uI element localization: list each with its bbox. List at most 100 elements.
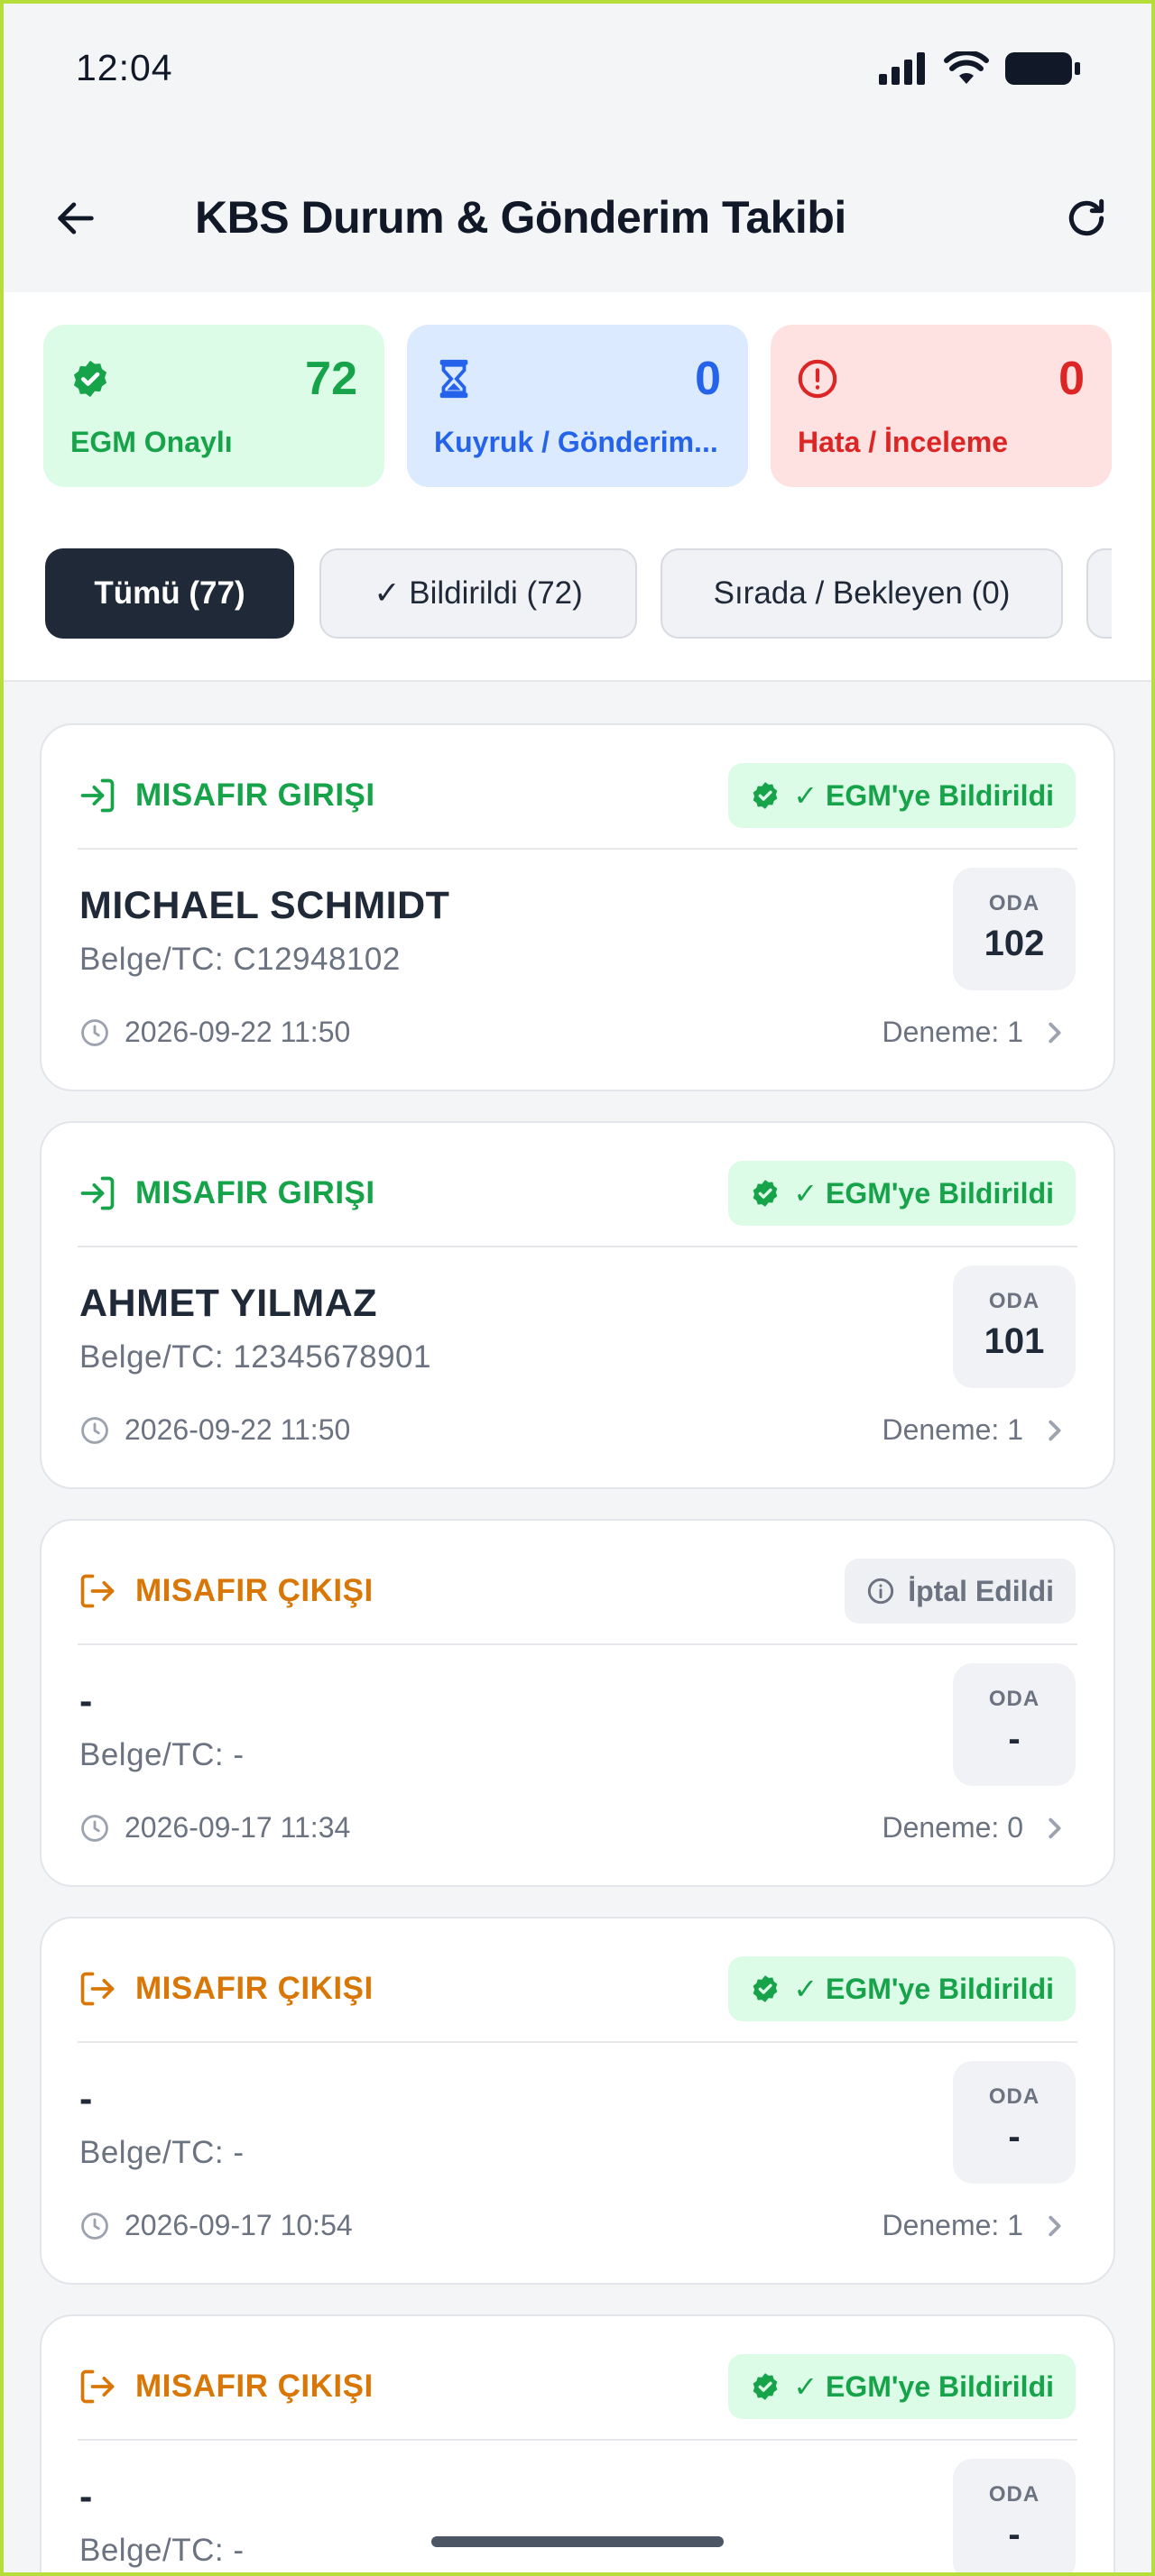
info-icon <box>868 1578 894 1605</box>
guest-name: MICHAEL SCHMIDT <box>79 884 450 927</box>
refresh-button[interactable] <box>1058 189 1115 247</box>
chevron-right-icon <box>1049 2215 1061 2236</box>
verified-badge-icon <box>753 1180 778 1207</box>
record-type-label: MISAFIR ÇIKIŞI <box>135 1573 374 1608</box>
divider <box>78 1246 1077 1247</box>
back-button[interactable] <box>47 189 105 247</box>
status-time: 12:04 <box>76 47 173 88</box>
room-box: ODA 102 <box>953 868 1076 990</box>
divider <box>78 1643 1077 1645</box>
logout-icon <box>80 2369 115 2404</box>
attempt-count: Deneme: 1 <box>882 2209 1023 2241</box>
record-type-label: MISAFIR ÇIKIŞI <box>135 1971 374 2006</box>
guest-name: - <box>79 2077 93 2121</box>
status-badge: ✓ EGM'ye Bildirildi <box>728 763 1076 828</box>
record-type: MISAFIR ÇIKIŞI <box>78 1571 374 1611</box>
stat-label: EGM Onaylı <box>70 426 233 458</box>
clock-icon <box>81 1416 108 1444</box>
status-badge: İptal Edildi <box>845 1559 1076 1624</box>
record-card[interactable]: MISAFIR GIRIŞI ✓ EGM'ye Bildirildi MICHA… <box>40 723 1115 1091</box>
divider <box>78 848 1077 850</box>
stat-value: 0 <box>695 353 721 405</box>
record-time: 2026-09-17 11:34 <box>79 1811 350 1845</box>
clock-icon <box>81 1814 108 1842</box>
record-type-label: MISAFIR GIRIŞI <box>135 777 375 813</box>
status-label: ✓ EGM'ye Bildirildi <box>793 1973 1054 2005</box>
app-header: KBS Durum & Gönderim Takibi <box>0 144 1155 292</box>
guest-name: - <box>79 2475 93 2518</box>
room-number: - <box>1008 2117 1021 2157</box>
wifi-icon <box>944 51 989 84</box>
status-label: ✓ EGM'ye Bildirildi <box>793 2370 1054 2403</box>
stat-card-queue[interactable]: 0 Kuyruk / Gönderim... <box>407 325 748 487</box>
room-number: 101 <box>984 1321 1045 1361</box>
record-card[interactable]: MISAFIR GIRIŞI ✓ EGM'ye Bildirildi AHMET… <box>40 1121 1115 1489</box>
status-bar: 12:04 <box>0 0 1155 144</box>
stat-value: 0 <box>1058 353 1085 405</box>
document-id: Belge/TC: - <box>79 2135 245 2170</box>
room-number: 102 <box>984 924 1045 963</box>
status-badge: ✓ EGM'ye Bildirildi <box>728 2354 1076 2419</box>
alert-circle-icon <box>796 357 839 400</box>
filter-chips: Tümü (77) ✓ Bildirildi (72) Sırada / Bek… <box>43 548 1112 642</box>
attempt-info: Deneme: 1 <box>882 2209 1065 2242</box>
filter-chip-all[interactable]: Tümü (77) <box>45 548 294 639</box>
filter-chip-more[interactable] <box>1086 548 1112 639</box>
document-id: Belge/TC: - <box>79 2533 245 2568</box>
arrow-left-icon <box>58 202 94 235</box>
record-time: 2026-09-22 11:50 <box>79 1413 350 1447</box>
chevron-right-icon <box>1049 1420 1061 1440</box>
guest-name: AHMET YILMAZ <box>79 1282 378 1325</box>
status-label: ✓ EGM'ye Bildirildi <box>793 779 1054 812</box>
stat-label: Hata / İnceleme <box>798 426 1008 458</box>
document-id: Belge/TC: 12345678901 <box>79 1339 431 1375</box>
clock-icon <box>81 2212 108 2240</box>
battery-icon <box>1005 52 1080 85</box>
status-badge: ✓ EGM'ye Bildirildi <box>728 1956 1076 2021</box>
signal-icon <box>879 52 925 85</box>
divider <box>78 2041 1077 2043</box>
record-card[interactable]: MISAFIR ÇIKIŞI İptal Edildi - Belge/TC: … <box>40 1519 1115 1887</box>
record-type: MISAFIR GIRIŞI <box>78 776 375 815</box>
chevron-right-icon <box>1049 1022 1061 1043</box>
document-id: Belge/TC: C12948102 <box>79 942 401 977</box>
refresh-icon <box>1068 198 1104 236</box>
timestamp: 2026-09-22 11:50 <box>125 1413 351 1446</box>
logout-icon <box>80 1972 115 2006</box>
record-type: MISAFIR ÇIKIŞI <box>78 2367 374 2406</box>
login-icon <box>80 1176 115 1210</box>
record-type-label: MISAFIR GIRIŞI <box>135 1175 375 1210</box>
status-label: İptal Edildi <box>908 1574 1054 1607</box>
room-number: - <box>1008 1719 1021 1759</box>
record-time: 2026-09-17 10:54 <box>79 2209 353 2242</box>
verified-badge-icon <box>69 357 112 400</box>
room-label: ODA <box>988 2482 1040 2507</box>
record-card[interactable]: MISAFIR ÇIKIŞI ✓ EGM'ye Bildirildi - Bel… <box>40 1917 1115 2285</box>
room-number: - <box>1008 2515 1021 2554</box>
stat-card-approved[interactable]: 72 EGM Onaylı <box>43 325 384 487</box>
timestamp: 2026-09-17 11:34 <box>125 1811 351 1844</box>
summary-panel: 72 EGM Onaylı 0 Kuyruk / Gönderim... 0 H… <box>0 292 1155 682</box>
attempt-count: Deneme: 0 <box>882 1811 1023 1844</box>
timestamp: 2026-09-17 10:54 <box>125 2209 353 2241</box>
hourglass-icon <box>432 357 476 400</box>
record-time: 2026-09-22 11:50 <box>79 1016 350 1049</box>
room-label: ODA <box>988 2084 1040 2109</box>
room-label: ODA <box>988 891 1040 915</box>
login-icon <box>80 778 115 813</box>
filter-chip-pending[interactable]: Sırada / Bekleyen (0) <box>661 548 1063 639</box>
stat-card-errors[interactable]: 0 Hata / İnceleme <box>771 325 1112 487</box>
filter-chip-reported[interactable]: ✓ Bildirildi (72) <box>319 548 637 639</box>
stat-label: Kuyruk / Gönderim... <box>434 426 718 458</box>
record-type-label: MISAFIR ÇIKIŞI <box>135 2369 374 2404</box>
room-box: ODA 101 <box>953 1265 1076 1388</box>
record-type: MISAFIR GIRIŞI <box>78 1173 375 1213</box>
verified-badge-icon <box>753 1975 778 2002</box>
status-label: ✓ EGM'ye Bildirildi <box>793 1177 1054 1210</box>
page-title: KBS Durum & Gönderim Takibi <box>195 192 846 243</box>
record-type: MISAFIR ÇIKIŞI <box>78 1969 374 2009</box>
status-badge: ✓ EGM'ye Bildirildi <box>728 1161 1076 1226</box>
attempt-count: Deneme: 1 <box>882 1016 1023 1048</box>
home-indicator[interactable] <box>431 2536 724 2547</box>
room-box: ODA - <box>953 2459 1076 2576</box>
